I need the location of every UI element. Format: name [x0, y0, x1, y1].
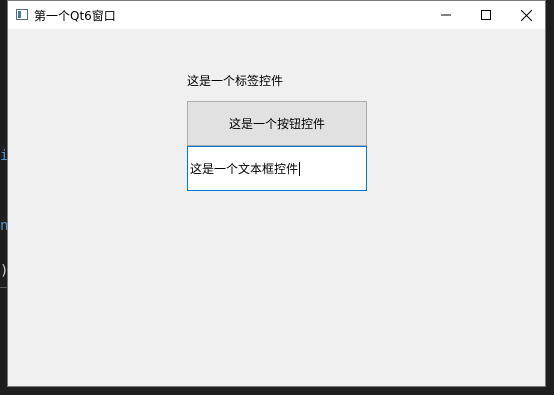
minimize-icon	[441, 14, 451, 16]
minimize-button[interactable]	[426, 1, 466, 29]
title-bar[interactable]: 第一个Qt6窗口	[8, 1, 545, 29]
close-icon	[520, 9, 532, 21]
qlabel: 这是一个标签控件	[187, 74, 284, 88]
close-button[interactable]	[506, 1, 546, 29]
window-client-area: 这是一个标签控件 这是一个按钮控件 这是一个文本框控件	[8, 29, 545, 386]
line-edit-value: 这是一个文本框控件	[190, 162, 299, 176]
maximize-button[interactable]	[466, 1, 506, 29]
qpushbutton[interactable]: 这是一个按钮控件	[187, 101, 367, 146]
qt-window: 第一个Qt6窗口 这是一个标签控件 这是一个按钮控件 这是一个文本框控件	[7, 0, 546, 387]
text-caret	[299, 161, 301, 176]
app-window-icon[interactable]	[16, 9, 28, 20]
maximize-icon	[481, 10, 491, 20]
qlineedit[interactable]: 这是一个文本框控件	[187, 146, 367, 191]
window-title: 第一个Qt6窗口	[34, 9, 116, 23]
